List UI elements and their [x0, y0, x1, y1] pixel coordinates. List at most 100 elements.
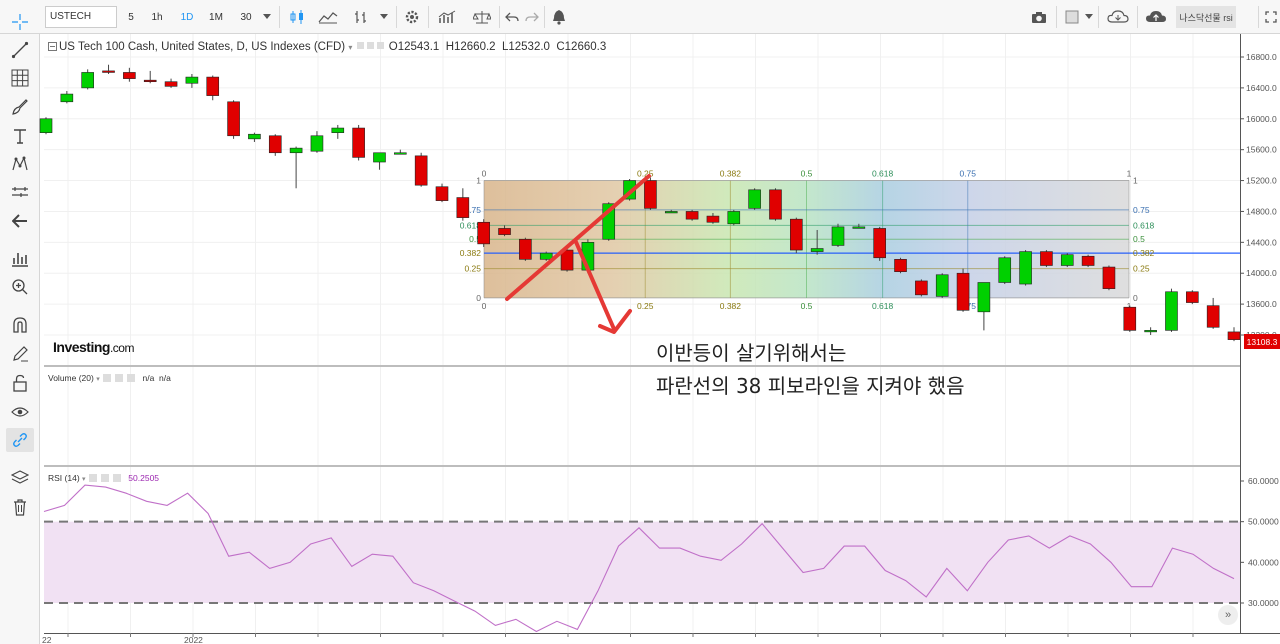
candle-up-body: [1144, 330, 1157, 333]
candle-down-body: [1123, 306, 1137, 331]
candle-down-body: [685, 211, 699, 220]
candle-down-body: [1102, 266, 1116, 289]
candle-up-body: [852, 226, 866, 229]
candle-down-body: [519, 238, 532, 260]
candle-up-body: [185, 76, 199, 84]
legend-dropdown-icon[interactable]: ▾: [348, 43, 352, 52]
candle-down-body: [790, 218, 803, 251]
rsi-action-icons[interactable]: [88, 473, 126, 482]
candle-up-body: [373, 152, 386, 163]
candle: [1165, 288, 1178, 332]
rsi-band-fill: [44, 521, 1240, 603]
candle: [456, 188, 470, 221]
rsi-tick-label: 30.0000: [1248, 598, 1279, 608]
candle-down-body: [268, 135, 282, 154]
time-tick-label: 22: [42, 635, 52, 644]
price-tick-label: 14000.0: [1246, 268, 1277, 278]
candle: [435, 183, 449, 203]
candle: [873, 226, 886, 261]
collapse-icon[interactable]: [48, 42, 57, 51]
arrow-head: [598, 309, 632, 334]
rsi-label: RSI (14): [48, 473, 80, 483]
pane-separator[interactable]: [44, 365, 1240, 367]
volume-action-icons[interactable]: [102, 373, 140, 382]
legend-action-icons[interactable]: [356, 41, 386, 53]
candle-down-body: [1206, 305, 1220, 328]
candle: [685, 209, 699, 221]
candle: [769, 188, 782, 221]
candle: [1186, 290, 1199, 305]
candle-down-body: [956, 272, 970, 311]
annotation-text-line2[interactable]: 파란선의 38 피보라인을 지켜야 했음: [656, 370, 964, 399]
rsi-tick-label: 60.0000: [1248, 476, 1279, 486]
rsi-dropdown-icon[interactable]: ▾: [82, 476, 86, 483]
candle-up-body: [810, 248, 824, 252]
candle-up-body: [81, 72, 94, 89]
candle-down-body: [873, 228, 886, 259]
candle: [414, 152, 428, 187]
candle-down-body: [414, 155, 428, 186]
volume-value1: n/a: [142, 373, 155, 383]
annotation-text-line1[interactable]: 이반등이 살기위해서는: [656, 337, 846, 366]
candle: [915, 279, 928, 297]
price-tick-label: 16800.0: [1246, 52, 1277, 62]
fib-right-label: 0.25: [1133, 264, 1150, 274]
candle-down-body: [1040, 251, 1053, 266]
close-value: 12660.3: [564, 41, 607, 53]
candle: [790, 217, 803, 254]
candle: [248, 132, 261, 142]
candle: [123, 67, 136, 82]
candle: [60, 90, 74, 104]
candle: [519, 237, 532, 261]
volume-dropdown-icon[interactable]: ▾: [96, 376, 100, 383]
fib-bottom-label: 0.25: [637, 301, 654, 311]
candle-down-body: [894, 259, 907, 272]
rsi-pane: [43, 484, 1240, 633]
candle-up-body: [394, 152, 407, 155]
candle-down-body: [143, 79, 157, 83]
candle: [1019, 250, 1032, 286]
candle-up-body: [727, 211, 741, 225]
candle-up-body: [1060, 254, 1074, 266]
volume-legend: Volume (20) ▾ n/a n/a: [48, 373, 171, 383]
candle-up-body: [977, 282, 991, 313]
symbol-legend: US Tech 100 Cash, United States, D, US I…: [48, 41, 606, 53]
candle-down-body: [206, 76, 220, 96]
candle: [352, 124, 365, 161]
volume-label: Volume (20): [48, 373, 94, 383]
candle-down-body: [644, 180, 657, 209]
candle-up-body: [664, 211, 678, 214]
pane-separator[interactable]: [44, 465, 1240, 467]
fib-bottom-label: 0.618: [872, 301, 894, 311]
price-tick-label: 15600.0: [1246, 145, 1277, 155]
candle-up-body: [310, 135, 324, 152]
candle: [748, 188, 761, 210]
candle: [185, 73, 199, 88]
candle-up-body: [935, 274, 949, 297]
chart-canvas[interactable]: 0 0.25 0.382 0.5 0.618 0.75 10 0.25 0.382 0.5 0.61…: [0, 0, 1280, 644]
scroll-to-realtime-button[interactable]: »: [1218, 605, 1238, 625]
candle-down-body: [123, 72, 136, 79]
candle: [102, 64, 115, 74]
candle: [998, 256, 1012, 285]
candle-down-body: [477, 221, 490, 245]
candle: [1227, 327, 1241, 342]
candle-up-body: [1019, 251, 1032, 285]
candle-down-body: [1186, 291, 1199, 303]
fib-right-label: 0.382: [1133, 248, 1155, 258]
candle-down-body: [352, 127, 365, 158]
candle-up-body: [831, 226, 845, 246]
fib-right-label: 1: [1133, 176, 1138, 186]
price-tick-label: 16400.0: [1246, 83, 1277, 93]
candle: [268, 134, 282, 156]
candle: [1102, 265, 1116, 291]
candle: [227, 100, 240, 139]
candle: [373, 152, 386, 170]
rsi-legend: RSI (14) ▾ 50.2505: [48, 473, 159, 483]
candle-down-body: [164, 81, 178, 87]
candle: [1206, 297, 1220, 329]
candle-down-body: [435, 186, 449, 201]
candle: [477, 219, 490, 247]
candle: [956, 268, 970, 312]
candle-up-body: [248, 133, 261, 140]
